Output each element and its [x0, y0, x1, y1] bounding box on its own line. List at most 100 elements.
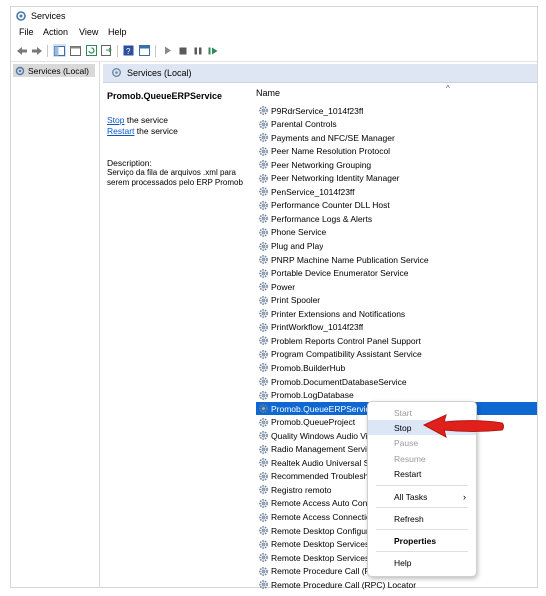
properties-icon[interactable] [138, 44, 151, 57]
forward-arrow-icon[interactable] [30, 44, 43, 57]
service-gear-icon [259, 268, 268, 278]
service-row[interactable]: Promob.LogDatabase [256, 389, 537, 402]
menu-help[interactable]: Help [108, 27, 127, 37]
service-row[interactable]: Program Compatibility Assistant Service [256, 348, 537, 361]
help-icon[interactable]: ? [122, 44, 135, 57]
start-service-icon[interactable] [161, 44, 174, 57]
services-tree-icon [15, 66, 25, 75]
service-row-name: Print Spooler [271, 295, 321, 306]
service-row-name: PrintWorkflow_1014f23ff [271, 322, 364, 333]
service-row[interactable]: Phone Service [256, 226, 537, 239]
service-row[interactable]: PNRP Machine Name Publication Service [256, 253, 537, 266]
service-row-name: Peer Networking Identity Manager [271, 173, 400, 184]
service-gear-icon [259, 133, 268, 142]
service-gear-icon [259, 417, 268, 427]
service-gear-icon [259, 282, 268, 291]
menu-file[interactable]: File [19, 27, 34, 37]
restart-service-icon[interactable] [206, 44, 219, 57]
service-row[interactable]: Promob.DocumentDatabaseService [256, 375, 537, 388]
service-row-name: Phone Service [271, 227, 327, 238]
tree-item-services-local[interactable]: Services (Local) [13, 64, 95, 77]
service-row[interactable]: Performance Logs & Alerts [256, 212, 537, 225]
service-row[interactable]: Parental Controls [256, 118, 537, 131]
service-row[interactable]: PrintWorkflow_1014f23ff [256, 321, 537, 334]
context-menu-separator [376, 507, 468, 508]
back-arrow-icon[interactable] [15, 44, 28, 57]
service-row-name: Performance Logs & Alerts [271, 213, 373, 224]
context-menu-all-tasks[interactable]: All Tasks › [368, 489, 476, 504]
service-row-name: Registro remoto [271, 484, 332, 495]
restart-service-link[interactable]: Restart [107, 126, 134, 136]
panel-icon[interactable] [69, 44, 82, 57]
service-gear-icon [259, 458, 268, 468]
service-row-name: Promob.QueueERPService [271, 403, 375, 414]
service-gear-icon [259, 106, 268, 115]
service-row[interactable]: Plug and Play [256, 240, 537, 253]
service-row[interactable]: Peer Networking Grouping [256, 158, 537, 171]
service-gear-icon [259, 350, 268, 359]
service-gear-icon [259, 363, 268, 373]
console-tree: Services (Local) [11, 62, 100, 587]
service-row[interactable]: Power [256, 280, 537, 293]
refresh-icon[interactable] [85, 44, 98, 57]
service-row-name: Portable Device Enumerator Service [271, 268, 409, 279]
context-menu-properties[interactable]: Properties [368, 533, 476, 548]
service-gear-icon [259, 200, 268, 210]
console-tree-icon[interactable] [53, 44, 66, 57]
context-menu-resume[interactable]: Resume [368, 451, 476, 466]
context-menu-restart[interactable]: Restart [368, 466, 476, 481]
service-row[interactable]: Performance Counter DLL Host [256, 199, 537, 212]
service-row[interactable]: Promob.BuilderHub [256, 361, 537, 374]
services-app-icon [16, 11, 26, 21]
context-menu-help[interactable]: Help [368, 555, 476, 570]
service-row[interactable]: Problem Reports Control Panel Support [256, 334, 537, 347]
service-row[interactable]: P9RdrService_1014f23ff [256, 104, 537, 117]
toolbar-separator [47, 45, 48, 57]
service-gear-icon [259, 214, 268, 224]
service-row[interactable]: Print Spooler [256, 294, 537, 307]
menu-view[interactable]: View [79, 27, 98, 37]
service-gear-icon [259, 187, 268, 197]
context-menu-separator [376, 529, 468, 530]
toolbar-separator [155, 45, 156, 57]
service-row-name: Remote Desktop Services U [271, 552, 378, 563]
stop-service-icon[interactable] [176, 44, 189, 57]
service-row-name: P9RdrService_1014f23ff [271, 105, 364, 116]
description-label: Description: [107, 158, 152, 168]
service-row[interactable]: Payments and NFC/SE Manager [256, 131, 537, 144]
export-list-icon[interactable] [100, 44, 113, 57]
service-row[interactable]: PenService_1014f23ff [256, 185, 537, 198]
selected-service-name: Promob.QueueERPService [107, 91, 223, 101]
service-row-name: PNRP Machine Name Publication Service [271, 254, 429, 265]
service-gear-icon [259, 295, 268, 305]
service-row-name: Power [271, 281, 296, 292]
service-gear-icon [259, 539, 268, 549]
window-title: Services [31, 11, 66, 21]
service-row[interactable]: Remote Procedure Call (RPC) Locator [256, 578, 537, 591]
column-header-name[interactable]: Name [256, 88, 280, 98]
menu-action[interactable]: Action [43, 27, 68, 37]
service-gear-icon [259, 526, 268, 535]
service-row-name: Peer Networking Grouping [271, 159, 372, 170]
context-menu-refresh[interactable]: Refresh [368, 511, 476, 526]
service-gear-icon [259, 566, 268, 576]
service-row[interactable]: Peer Networking Identity Manager [256, 172, 537, 185]
service-row[interactable]: Printer Extensions and Notifications [256, 307, 537, 320]
service-gear-icon [259, 471, 268, 481]
service-row[interactable]: Portable Device Enumerator Service [256, 267, 537, 280]
stop-service-link[interactable]: Stop [107, 115, 125, 125]
service-row-name: Remote Procedure Call (RPC) Locator [271, 579, 417, 590]
toolbar: ? [11, 41, 537, 62]
service-gear-icon [259, 160, 268, 170]
service-row-name: Remote Desktop Configur [271, 525, 369, 536]
service-row[interactable]: Peer Name Resolution Protocol [256, 145, 537, 158]
service-gear-icon [259, 228, 268, 237]
service-row-name: Parental Controls [271, 119, 337, 130]
tree-item-label: Services (Local) [28, 65, 89, 76]
service-row-name: Promob.LogDatabase [271, 390, 354, 401]
service-gear-icon [259, 255, 268, 264]
pause-service-icon[interactable] [191, 44, 204, 57]
service-row-name: Peer Name Resolution Protocol [271, 146, 391, 157]
red-annotation-arrow-icon [422, 414, 504, 439]
services-header-icon [112, 68, 121, 77]
